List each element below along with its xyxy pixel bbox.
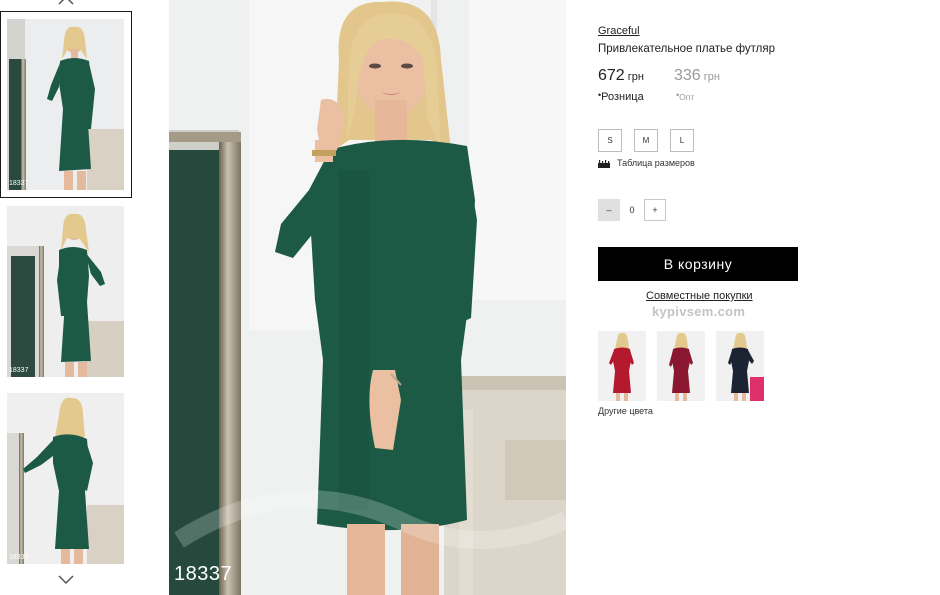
thumbnail-code: 18337 <box>9 367 29 374</box>
wholesale-price-label: •Опт <box>676 90 694 102</box>
joint-purchases-watermark: kypivsem.com <box>652 304 746 319</box>
color-variant-navy[interactable] <box>716 331 764 401</box>
chevron-up-icon[interactable] <box>57 0 75 6</box>
thumbnail-gallery: 18337 18337 18337 <box>0 0 135 595</box>
color-variant-red[interactable] <box>598 331 646 401</box>
wholesale-price-currency: грн <box>703 71 720 83</box>
size-option-l[interactable]: L <box>670 129 694 152</box>
retail-price-label: •Розница <box>598 90 644 103</box>
chevron-down-icon[interactable] <box>57 573 75 585</box>
color-variant-burgundy[interactable] <box>657 331 705 401</box>
size-table-label: Таблица размеров <box>617 158 695 168</box>
retail-price-value: 672 <box>598 67 625 84</box>
color-variant-photo <box>657 331 705 401</box>
other-colors-label: Другие цвета <box>598 406 653 416</box>
retail-price: 672 грн <box>598 67 644 85</box>
brand-link[interactable]: Graceful <box>598 25 640 37</box>
thumbnail-photo <box>7 19 124 190</box>
quantity-stepper: – 0 + <box>598 199 666 221</box>
product-info: Graceful Привлекательное платье футляр 6… <box>598 0 928 595</box>
quantity-increase-button[interactable]: + <box>644 199 666 221</box>
thumbnail-3[interactable]: 18337 <box>7 393 124 564</box>
product-title: Привлекательное платье футляр <box>598 43 776 55</box>
quantity-value[interactable]: 0 <box>620 205 644 215</box>
retail-price-currency: грн <box>627 71 644 83</box>
main-product-photo[interactable]: 18337 <box>169 0 566 595</box>
thumbnail-photo <box>7 206 124 377</box>
size-option-m[interactable]: M <box>634 129 658 152</box>
product-photo <box>169 0 566 595</box>
wholesale-price-value: 336 <box>674 67 701 84</box>
size-option-s[interactable]: S <box>598 129 622 152</box>
other-colors-list <box>598 331 764 401</box>
product-code: 18337 <box>174 563 233 585</box>
thumbnail-code: 18337 <box>9 180 29 187</box>
joint-purchases-link[interactable]: Совместные покупки <box>646 290 753 302</box>
size-table-link[interactable]: Таблица размеров <box>598 158 695 168</box>
color-variant-photo <box>598 331 646 401</box>
thumbnail-2[interactable]: 18337 <box>7 206 124 377</box>
retail-label-text: Розница <box>601 91 644 103</box>
quantity-decrease-button[interactable]: – <box>598 199 620 221</box>
add-to-cart-button[interactable]: В корзину <box>598 247 798 281</box>
wholesale-label-text: Опт <box>679 92 695 102</box>
thumbnail-photo <box>7 393 124 564</box>
size-selector: S M L <box>598 129 694 152</box>
thumbnail-1[interactable]: 18337 <box>0 11 132 198</box>
thumbnail-code: 18337 <box>9 554 29 561</box>
wholesale-price: 336 грн <box>674 67 720 85</box>
ruler-icon <box>598 159 610 168</box>
color-variant-photo <box>716 331 764 401</box>
